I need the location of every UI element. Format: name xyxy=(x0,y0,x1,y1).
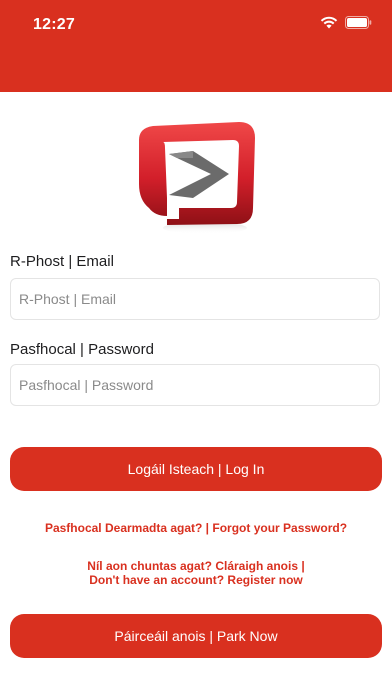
register-link-line2: Don't have an account? Register now xyxy=(89,573,303,587)
battery-icon xyxy=(345,16,372,29)
app-logo xyxy=(139,122,255,234)
forgot-password-link[interactable]: Pasfhocal Dearmadta agat? | Forgot your … xyxy=(0,521,392,535)
login-button[interactable]: Logáil Isteach | Log In xyxy=(10,447,382,491)
status-time: 12:27 xyxy=(33,16,75,33)
app-header: 12:27 xyxy=(0,0,392,92)
password-label: Pasfhocal | Password xyxy=(10,341,154,358)
password-input[interactable] xyxy=(10,364,380,406)
email-label: R-Phost | Email xyxy=(10,253,114,270)
register-link-line1: Níl aon chuntas agat? Cláraigh anois | xyxy=(87,559,305,573)
register-link[interactable]: Níl aon chuntas agat? Cláraigh anois | D… xyxy=(0,559,392,587)
wifi-icon xyxy=(320,16,338,29)
park-now-button[interactable]: Páirceáil anois | Park Now xyxy=(10,614,382,658)
email-input[interactable] xyxy=(10,278,380,320)
status-icons xyxy=(320,16,372,29)
